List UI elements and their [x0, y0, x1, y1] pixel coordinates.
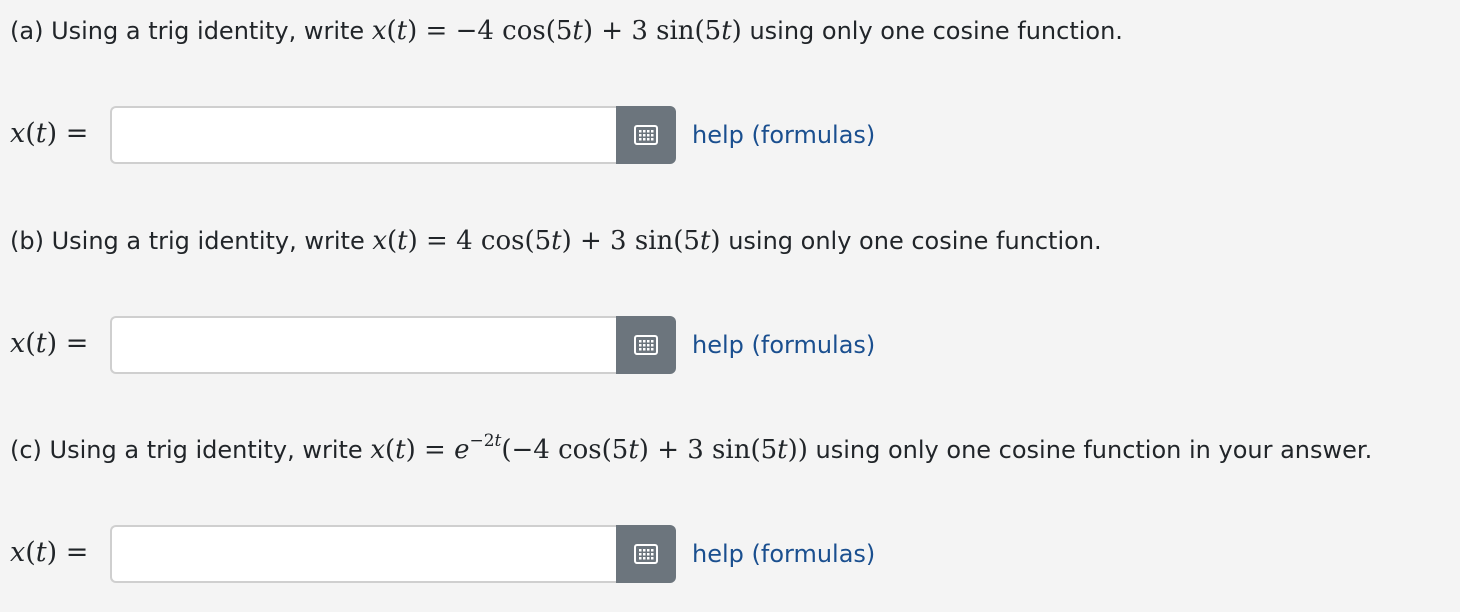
answer-b-input[interactable] [110, 316, 616, 374]
question-b-suffix: using only one cosine function. [720, 227, 1102, 255]
answer-a-label: x(t) = [10, 118, 89, 149]
answer-b-label: x(t) = [10, 328, 89, 359]
answer-a-input[interactable] [110, 106, 616, 164]
question-a-equation: x(t) = −4 cos(5t) + 3 sin(5t) [371, 16, 742, 46]
question-b: (b) Using a trig identity, write x(t) = … [10, 225, 1102, 257]
question-a-prefix: (a) Using a trig identity, write [10, 17, 372, 45]
answer-row-b: x(t) = help (formulas) [10, 316, 890, 374]
answer-b-input-group [110, 316, 676, 374]
question-b-equation: x(t) = 4 cos(5t) + 3 sin(5t) [372, 226, 721, 256]
keypad-grid-icon [634, 544, 658, 564]
keypad-grid-icon [634, 125, 658, 145]
question-c-suffix: using only one cosine function in your a… [807, 436, 1373, 464]
answer-c-input-group [110, 525, 676, 583]
question-c-equation: x(t) = e−2t(−4 cos(5t) + 3 sin(5t)) [370, 431, 808, 465]
question-c-prefix: (c) Using a trig identity, write [10, 436, 371, 464]
question-b-prefix: (b) Using a trig identity, write [10, 227, 373, 255]
question-a-suffix: using only one cosine function. [741, 17, 1123, 45]
answer-row-c: x(t) = help (formulas) [10, 525, 890, 583]
answer-c-palette-button[interactable] [616, 525, 676, 583]
help-formulas-link-b[interactable]: help (formulas) [692, 329, 875, 361]
answer-c-input[interactable] [110, 525, 616, 583]
help-formulas-link-c[interactable]: help (formulas) [692, 538, 875, 570]
keypad-grid-icon [634, 335, 658, 355]
answer-c-label: x(t) = [10, 537, 89, 568]
question-c: (c) Using a trig identity, write x(t) = … [10, 431, 1373, 469]
question-a: (a) Using a trig identity, write x(t) = … [10, 15, 1123, 47]
answer-b-palette-button[interactable] [616, 316, 676, 374]
answer-a-input-group [110, 106, 676, 164]
answer-a-palette-button[interactable] [616, 106, 676, 164]
help-formulas-link-a[interactable]: help (formulas) [692, 119, 875, 151]
answer-row-a: x(t) = help (formulas) [10, 106, 890, 164]
